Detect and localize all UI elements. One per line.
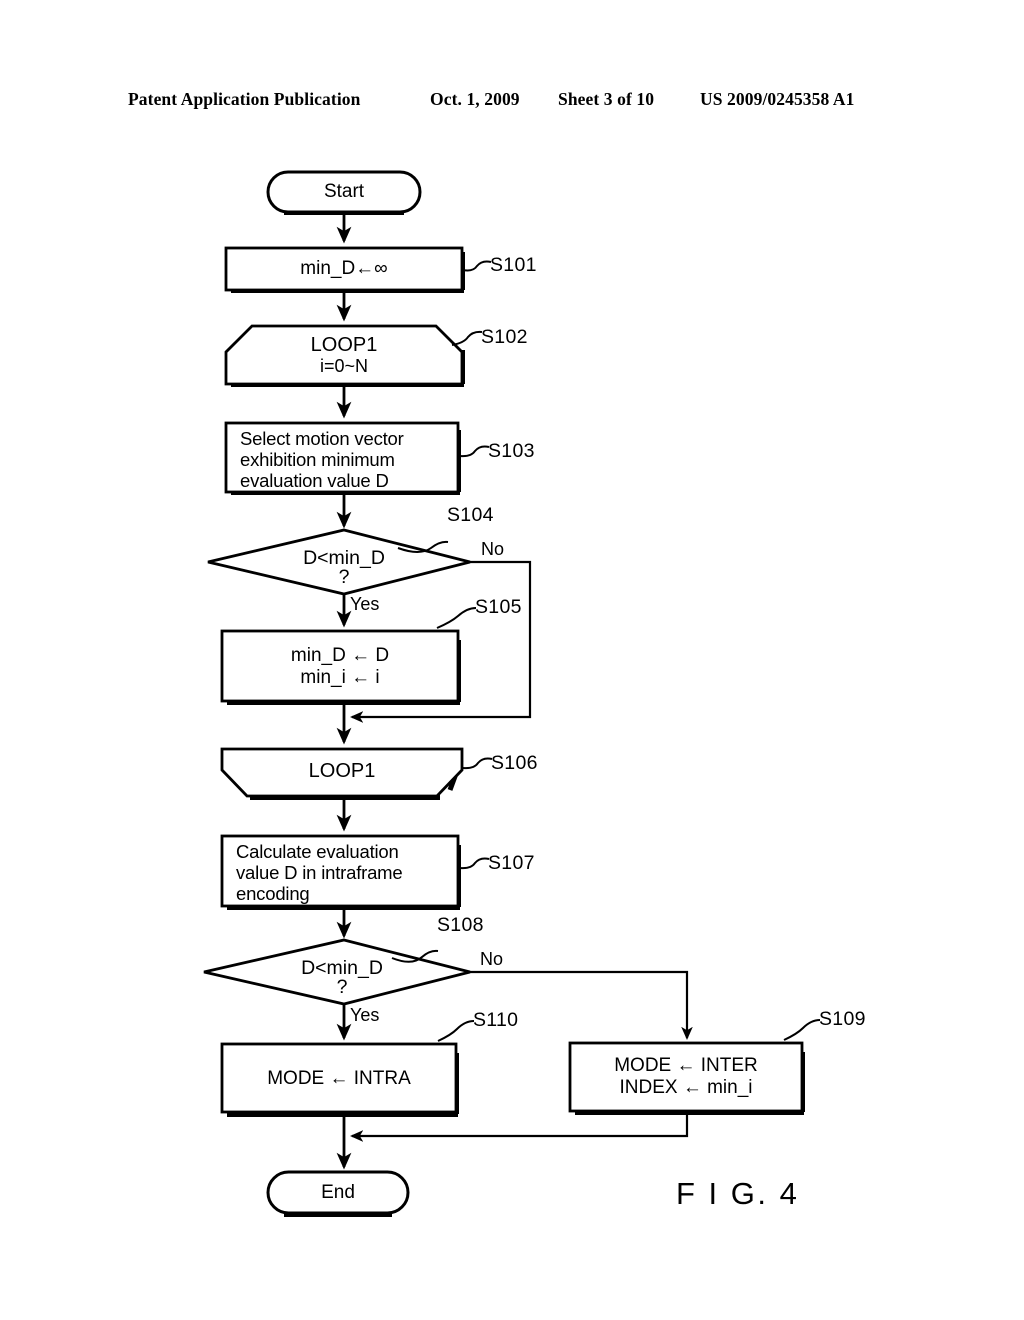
node-end-shape	[266, 1170, 410, 1215]
node-s105-shape	[220, 629, 460, 703]
node-s106-shape	[220, 747, 464, 798]
leader-s110	[437, 1020, 475, 1042]
node-s109-shape	[568, 1041, 804, 1113]
leader-s105	[436, 607, 477, 629]
node-s107-shape	[220, 834, 460, 908]
leader-s107	[459, 857, 490, 870]
node-s104-shape	[207, 528, 471, 596]
node-s108-shape	[203, 938, 471, 1006]
node-s101-shape	[224, 246, 464, 292]
node-s103-shape	[224, 421, 460, 494]
figure-caption: F I G. 4	[676, 1176, 800, 1211]
leader-s102	[451, 330, 483, 346]
flowchart-diagram: Start min_D←∞ LOOP1 i=0~N Select motion …	[0, 0, 1024, 1320]
node-s102-shape	[224, 324, 464, 386]
node-s110-shape	[220, 1042, 458, 1114]
flowchart-canvas	[203, 170, 821, 1217]
leader-s109	[783, 1019, 821, 1041]
leader-s106	[462, 757, 493, 770]
leader-s101	[462, 260, 492, 272]
leader-s103	[459, 445, 490, 458]
node-start-shape	[266, 170, 422, 214]
